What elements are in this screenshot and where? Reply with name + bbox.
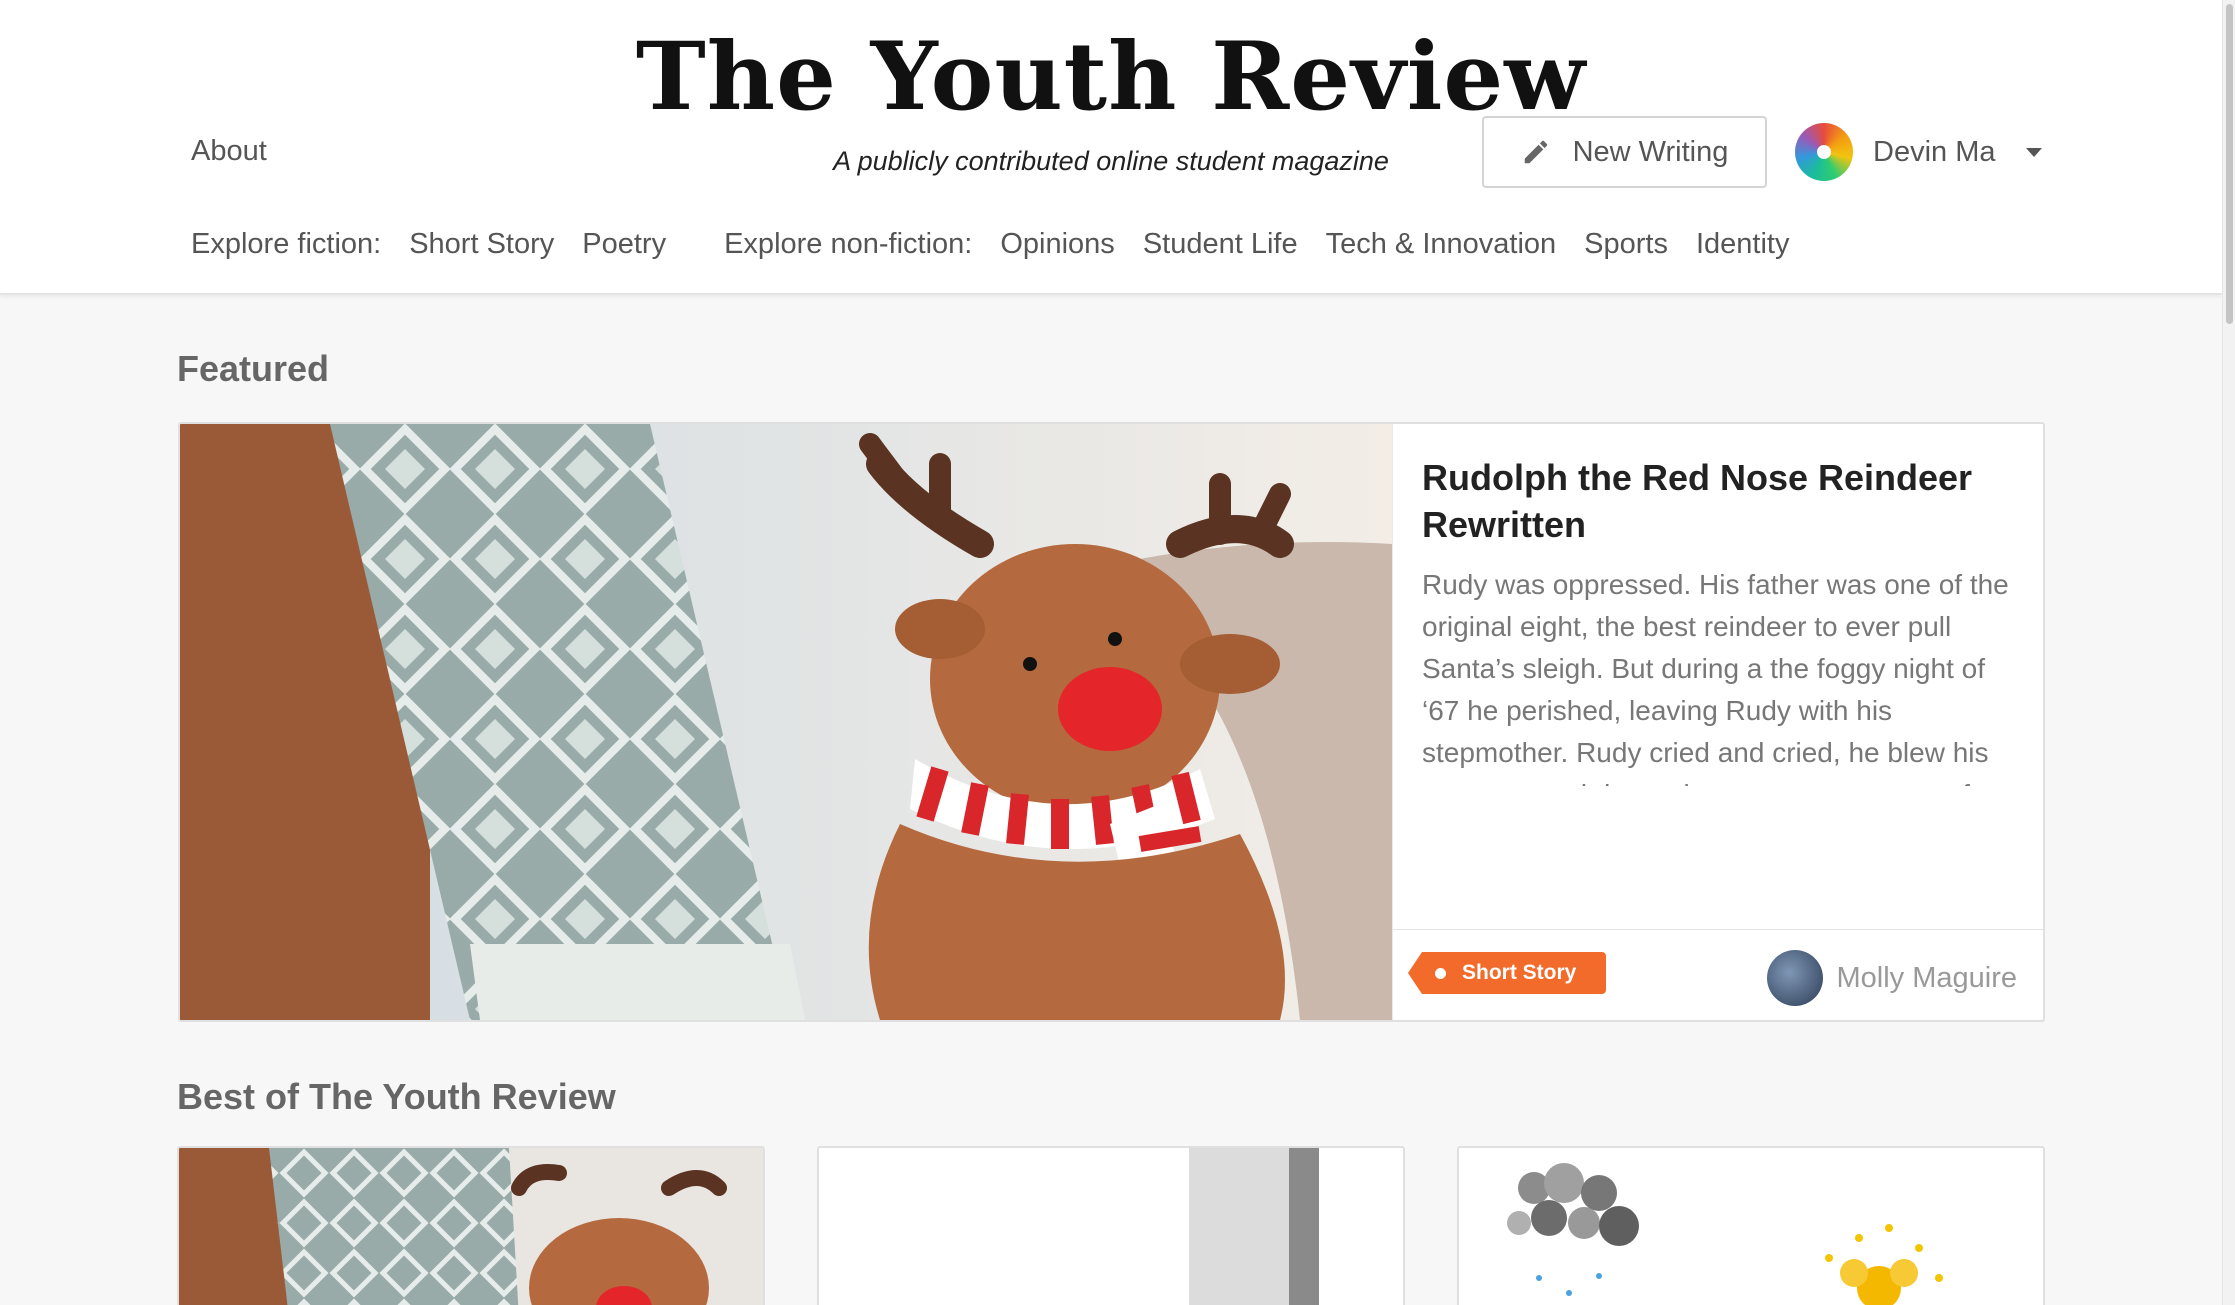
category-tag[interactable]: Short Story [1407, 952, 1607, 994]
user-name: Devin Ma [1873, 135, 1996, 168]
best-of-cards [177, 1146, 2047, 1305]
nonfiction-label: Explore non-fiction: [724, 228, 973, 260]
reindeer-photo [180, 424, 1392, 1020]
scrollbar-thumb[interactable] [2226, 4, 2233, 324]
featured-footer: Short Story Molly Maguire [1393, 929, 2043, 1020]
author-name: Molly Maguire [1836, 961, 2018, 994]
page-scrollbar[interactable] [2222, 0, 2235, 1305]
category-nav: Explore fiction: Short Story Poetry Expl… [191, 228, 1817, 261]
nav-link-poetry[interactable]: Poetry [582, 228, 666, 261]
best-card[interactable] [177, 1146, 765, 1305]
new-writing-label: New Writing [1572, 135, 1729, 168]
featured-image[interactable] [180, 424, 1392, 1020]
best-of-heading: Best of The Youth Review [177, 1076, 616, 1117]
featured-heading: Featured [177, 348, 330, 389]
tag-dot-icon [1435, 968, 1446, 979]
nav-link-student-life[interactable]: Student Life [1143, 228, 1298, 261]
featured-title[interactable]: Rudolph the Red Nose Reindeer Rewritten [1422, 454, 2022, 548]
pencil-icon [1524, 140, 1547, 164]
nav-link-opinions[interactable]: Opinions [1000, 228, 1114, 261]
featured-excerpt: Rudy was oppressed. His father was one o… [1422, 569, 2009, 786]
author-avatar [1766, 950, 1823, 1006]
nav-link-short-story[interactable]: Short Story [409, 228, 554, 261]
new-writing-button[interactable]: New Writing [1482, 116, 1767, 188]
best-card[interactable] [817, 1146, 1405, 1305]
fiction-label: Explore fiction: [191, 228, 382, 260]
user-avatar [1795, 123, 1853, 181]
author-link[interactable]: Molly Maguire [1766, 950, 2018, 1006]
about-link[interactable]: About [191, 135, 267, 168]
best-card[interactable] [1457, 1146, 2045, 1305]
site-logo[interactable]: The Youth Review [0, 22, 2222, 132]
category-tag-label: Short Story [1462, 961, 1577, 984]
featured-body: Rudolph the Red Nose Reindeer Rewritten … [1392, 424, 2043, 1020]
chevron-down-icon[interactable] [2025, 147, 2042, 157]
site-header: The Youth Review A publicly contributed … [0, 0, 2222, 295]
user-menu[interactable]: Devin Ma [1795, 122, 2042, 182]
card-image [819, 1148, 1403, 1305]
nav-link-tech-innovation[interactable]: Tech & Innovation [1326, 228, 1557, 261]
card-image [1459, 1148, 2043, 1305]
featured-card[interactable]: Rudolph the Red Nose Reindeer Rewritten … [178, 422, 2045, 1022]
nav-link-identity[interactable]: Identity [1696, 228, 1790, 261]
card-image [179, 1148, 763, 1305]
nav-link-sports[interactable]: Sports [1584, 228, 1668, 261]
